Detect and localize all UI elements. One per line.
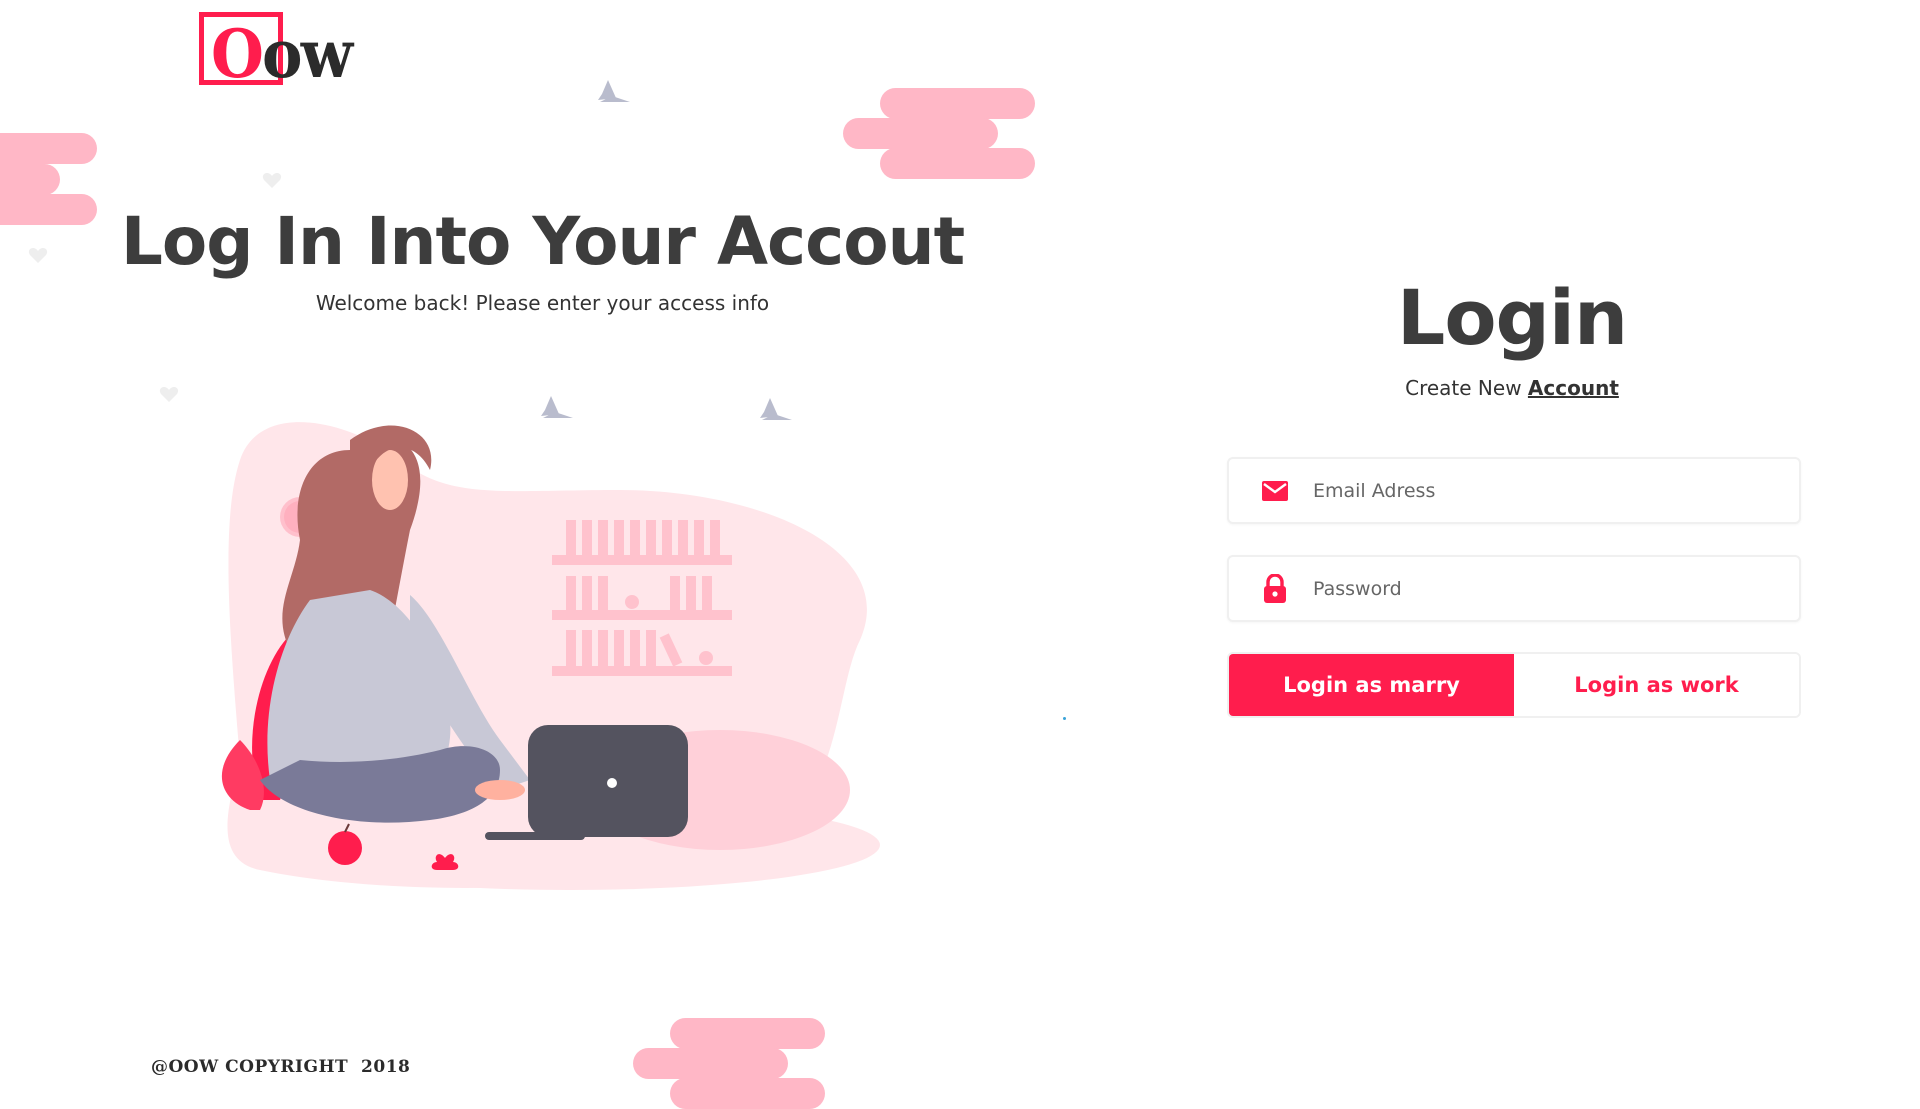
login-as-marry-button[interactable]: Login as marry <box>1229 654 1514 716</box>
dot-decoration <box>1063 717 1066 720</box>
copyright-text: @OOW COPYRIGHT 2018 <box>151 1057 411 1077</box>
create-account-link[interactable]: Account <box>1528 376 1619 400</box>
create-account-prefix: Create New <box>1405 376 1522 400</box>
login-as-work-button[interactable]: Login as work <box>1514 654 1799 716</box>
create-account-row: Create New Account <box>1222 374 1802 402</box>
envelope-icon <box>1261 477 1289 505</box>
email-input[interactable] <box>1311 478 1775 503</box>
bird-icon <box>598 80 630 102</box>
heart-icon <box>262 173 282 188</box>
page-subtitle: Welcome back! Please enter your access i… <box>315 291 770 315</box>
password-input[interactable] <box>1311 576 1775 601</box>
woman-with-laptop-illustration <box>221 422 880 890</box>
password-field[interactable] <box>1227 555 1801 622</box>
login-button-group: Login as marry Login as work <box>1227 652 1801 718</box>
page-title: Log In Into Your Accout <box>120 203 965 280</box>
email-field[interactable] <box>1227 457 1801 524</box>
heart-icon <box>159 387 179 402</box>
login-title: Login <box>1396 273 1628 362</box>
lock-icon <box>1261 573 1289 603</box>
